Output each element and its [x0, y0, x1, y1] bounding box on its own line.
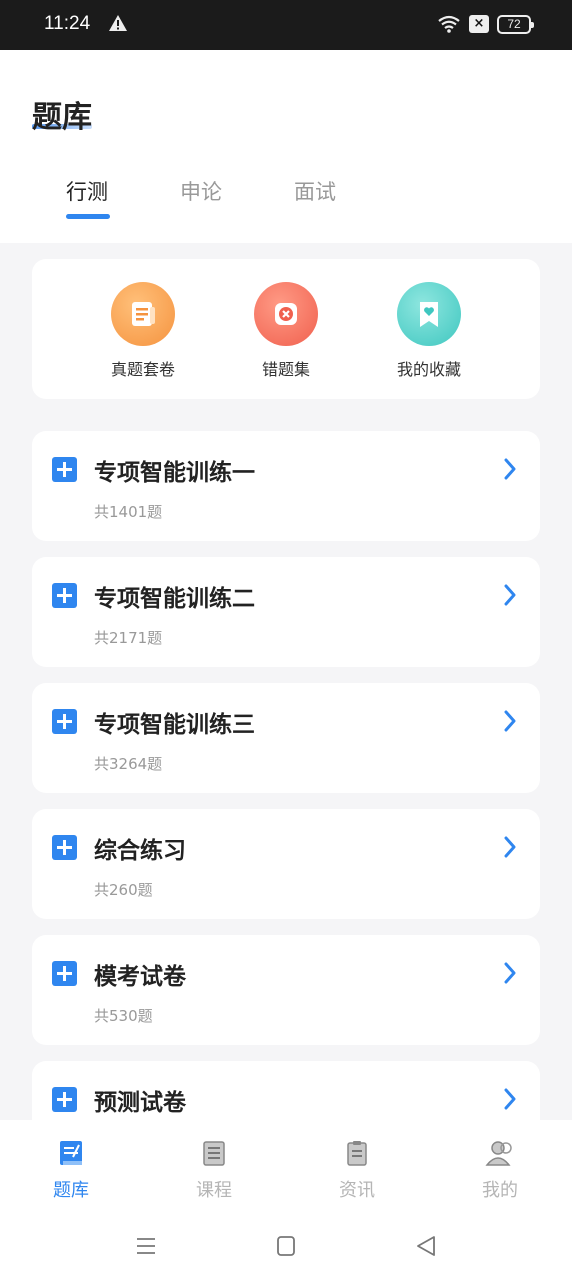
- back-icon[interactable]: [414, 1234, 438, 1262]
- chevron-right-icon: [502, 961, 518, 989]
- card-count: 共3264题: [94, 755, 163, 773]
- paper-icon: [111, 282, 175, 346]
- news-icon: [312, 1138, 402, 1168]
- quick-action-label: 错题集: [261, 360, 310, 379]
- card-count: 共260题: [94, 881, 153, 899]
- nav-label: 题库: [53, 1180, 89, 1201]
- nav-item-profile[interactable]: 我的: [455, 1138, 545, 1202]
- quick-action-favorites[interactable]: 我的收藏: [374, 282, 484, 380]
- nav-label: 课程: [196, 1180, 232, 1201]
- status-bar: 11:24 × 72: [0, 0, 572, 50]
- system-nav-bar: [0, 1220, 572, 1280]
- close-box-icon: ×: [469, 15, 489, 33]
- practice-card[interactable]: 综合练习 共260题: [32, 809, 540, 919]
- question-bank-icon: [26, 1138, 116, 1168]
- practice-card[interactable]: 专项智能训练二 共2171题: [32, 557, 540, 667]
- tab-xingce[interactable]: 行测: [66, 176, 108, 206]
- status-time: 11:24: [44, 13, 91, 34]
- quick-action-real-exams[interactable]: 真题套卷: [88, 282, 198, 380]
- battery-icon: 72: [497, 15, 534, 34]
- plus-icon: [52, 709, 77, 734]
- chevron-right-icon: [502, 1087, 518, 1115]
- card-title: 专项智能训练三: [94, 712, 255, 738]
- card-title: 综合练习: [94, 838, 186, 864]
- practice-card[interactable]: 专项智能训练一 共1401题: [32, 431, 540, 541]
- card-title: 模考试卷: [94, 964, 186, 990]
- card-count: 共1401题: [94, 503, 163, 521]
- nav-item-question-bank[interactable]: 题库: [26, 1138, 116, 1202]
- chevron-right-icon: [502, 835, 518, 863]
- card-title: 预测试卷: [94, 1090, 186, 1116]
- practice-card[interactable]: 模考试卷 共530题: [32, 935, 540, 1045]
- plus-icon: [52, 583, 77, 608]
- page-title: 题库: [32, 100, 92, 135]
- course-icon: [169, 1138, 259, 1168]
- card-title: 专项智能训练一: [94, 460, 255, 486]
- nav-item-course[interactable]: 课程: [169, 1138, 259, 1202]
- tab-indicator: [66, 214, 110, 219]
- warning-icon: [108, 14, 128, 36]
- tab-mianshi[interactable]: 面试: [294, 176, 336, 206]
- quick-actions-card: 真题套卷 错题集 我的收藏: [32, 259, 540, 399]
- quick-action-label: 我的收藏: [396, 360, 461, 379]
- plus-icon: [52, 1087, 77, 1112]
- chevron-right-icon: [502, 583, 518, 611]
- quick-action-label: 真题套卷: [110, 360, 175, 379]
- card-count: 共2171题: [94, 629, 163, 647]
- bookmark-heart-icon: [397, 282, 461, 346]
- card-count: 共530题: [94, 1007, 153, 1025]
- wifi-icon: [437, 14, 461, 38]
- nav-label: 我的: [482, 1180, 518, 1201]
- home-icon[interactable]: [274, 1234, 298, 1262]
- tab-shenlun[interactable]: 申论: [180, 176, 222, 206]
- chevron-right-icon: [502, 457, 518, 485]
- header: 题库 行测 申论 面试: [0, 50, 572, 243]
- menu-icon[interactable]: [134, 1234, 158, 1262]
- practice-card[interactable]: 专项智能训练三 共3264题: [32, 683, 540, 793]
- profile-icon: [455, 1138, 545, 1168]
- plus-icon: [52, 457, 77, 482]
- bottom-nav: 题库 课程 资讯 我的: [0, 1120, 572, 1220]
- wrong-icon: [254, 282, 318, 346]
- nav-label: 资讯: [339, 1180, 375, 1201]
- card-title: 专项智能训练二: [94, 586, 255, 612]
- quick-action-wrong-set[interactable]: 错题集: [231, 282, 341, 380]
- plus-icon: [52, 835, 77, 860]
- nav-item-news[interactable]: 资讯: [312, 1138, 402, 1202]
- plus-icon: [52, 961, 77, 986]
- chevron-right-icon: [502, 709, 518, 737]
